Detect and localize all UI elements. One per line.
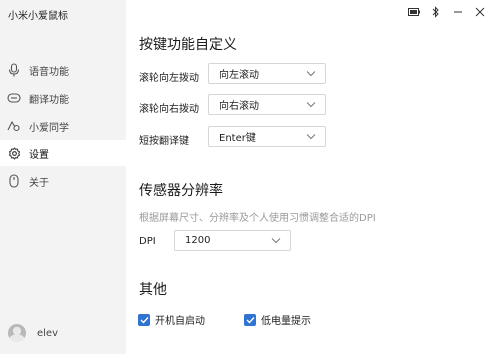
sidebar-item-translate[interactable]: 翻译功能 (0, 85, 126, 111)
translate-icon (7, 91, 21, 105)
autostart-checkbox[interactable]: 开机自启动 (138, 312, 205, 327)
checkbox-label: 低电量提示 (261, 316, 311, 327)
chevron-down-icon (306, 102, 316, 108)
low-battery-checkbox[interactable]: 低电量提示 (244, 312, 311, 327)
section-title-other: 其他 (139, 282, 167, 298)
sidebar-item-xiaoai[interactable]: 小爱同学 (0, 113, 126, 139)
sidebar-item-label: 关于 (29, 177, 49, 189)
main-panel: 按键功能自定义 滚轮向左拨动 向左滚动 滚轮向右拨动 向右滚动 短按翻译键 En… (126, 0, 500, 354)
user-name: elev (37, 327, 59, 339)
select-value: Enter键 (219, 133, 256, 144)
sidebar-item-about[interactable]: 关于 (0, 168, 126, 194)
check-icon (140, 316, 149, 324)
sidebar-item-settings[interactable]: 设置 (0, 140, 126, 166)
select-value: 向左滚动 (219, 70, 259, 81)
gear-icon (7, 146, 21, 160)
chevron-down-icon (306, 134, 316, 140)
checkbox-checked[interactable] (244, 313, 256, 326)
mouse-icon (7, 174, 21, 188)
sidebar-item-label: 小爱同学 (29, 122, 69, 134)
row-label-scroll-left: 滚轮向左拨动 (139, 73, 199, 84)
app-title: 小米小爱鼠标 (8, 11, 68, 22)
select-value: 向右滚动 (219, 101, 259, 112)
sidebar-item-voice[interactable]: 语音功能 (0, 57, 126, 83)
chevron-down-icon (271, 238, 281, 244)
sidebar-item-label: 设置 (29, 149, 49, 161)
sidebar: 小米小爱鼠标 语音功能 翻译功能 小爱同学 设置 关于 elev (0, 0, 126, 354)
sensor-description: 根据屏幕尺寸、分辨率及个人使用习惯调整合适的DPI (139, 213, 376, 224)
scroll-right-select[interactable]: 向右滚动 (208, 94, 326, 115)
dpi-label: DPI (139, 236, 156, 247)
microphone-icon (7, 63, 21, 77)
scroll-left-select[interactable]: 向左滚动 (208, 63, 326, 84)
avatar (8, 324, 26, 342)
checkbox-checked[interactable] (138, 313, 150, 326)
checkbox-label: 开机自启动 (155, 316, 205, 327)
xiaoai-icon (7, 119, 21, 133)
check-icon (246, 316, 255, 324)
chevron-down-icon (306, 71, 316, 77)
row-label-translate-key: 短按翻译键 (139, 136, 189, 147)
section-title-buttons: 按键功能自定义 (139, 37, 237, 53)
select-value: 1200 (185, 235, 211, 246)
user-profile[interactable]: elev (8, 324, 58, 342)
dpi-select[interactable]: 1200 (174, 230, 291, 251)
sidebar-item-label: 翻译功能 (29, 94, 69, 106)
sidebar-item-label: 语音功能 (29, 66, 69, 78)
section-title-sensor: 传感器分辨率 (139, 183, 223, 199)
translate-key-select[interactable]: Enter键 (208, 126, 326, 147)
row-label-scroll-right: 滚轮向右拨动 (139, 104, 199, 115)
